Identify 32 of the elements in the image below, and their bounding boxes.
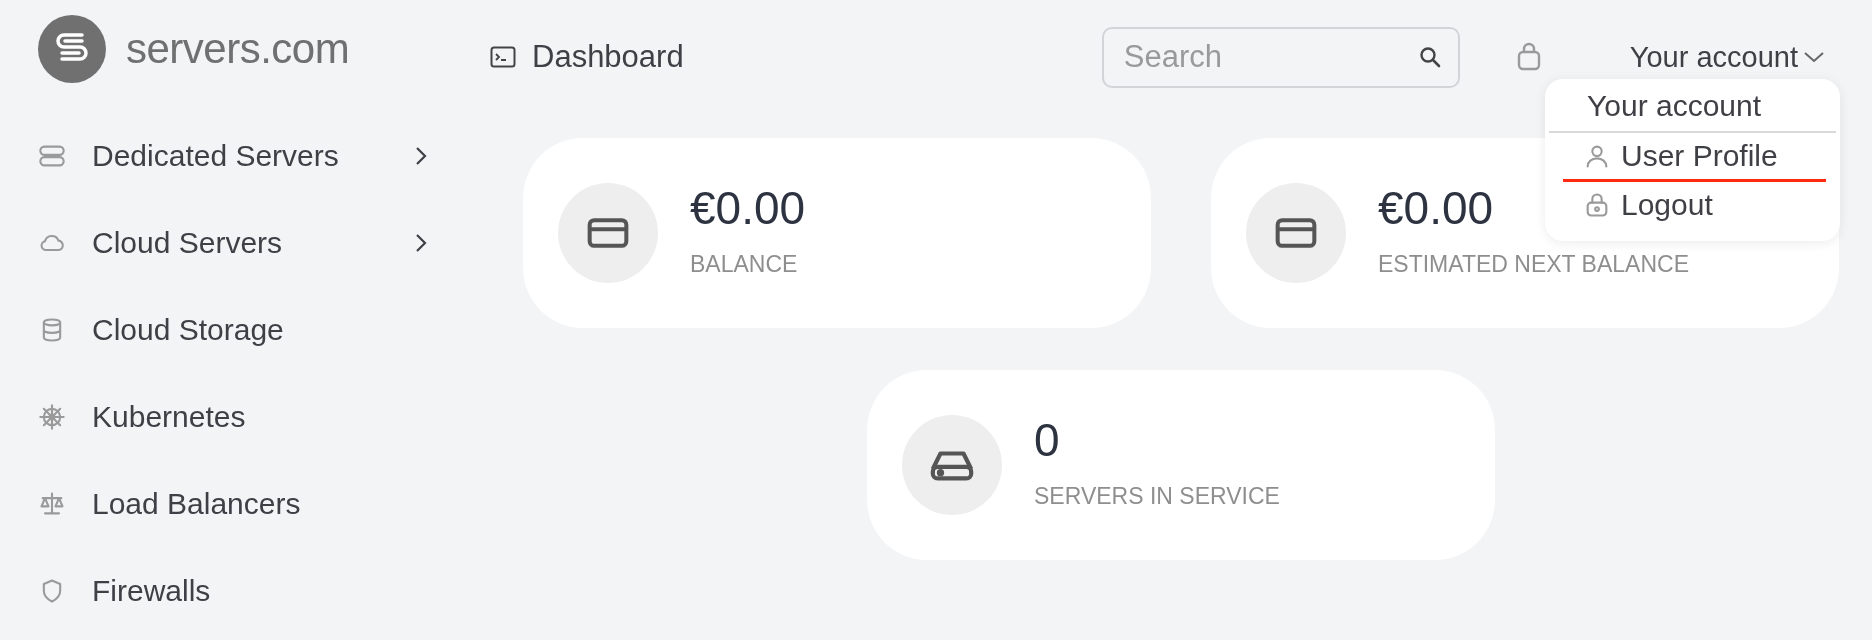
page-title: Dashboard [532,39,684,75]
stat-value: 0 [1034,412,1060,467]
sidebar-item[interactable]: Kubernetes [38,373,428,460]
terminal-icon [490,46,516,68]
stat-label: ESTIMATED NEXT BALANCE [1378,250,1689,278]
stat-label: BALANCE [690,250,798,278]
sidebar-item[interactable]: Cloud Servers [38,199,428,286]
sidebar-item[interactable]: Firewalls [38,547,428,634]
search-icon [1417,44,1442,69]
credit-card-icon [1274,216,1318,250]
sidebar-item[interactable]: Cloud Storage [38,286,428,373]
stat-value: €0.00 [1378,180,1494,235]
stat-value: €0.00 [690,180,806,235]
sidebar-item-label: Cloud Storage [92,312,285,347]
sidebar-item-label: Firewalls [92,573,212,608]
sidebar-item[interactable]: Dedicated Servers [38,112,428,199]
search-field[interactable]: Search [1101,26,1460,88]
helm-icon [38,402,66,431]
dropdown-item[interactable]: Logout [1563,182,1826,231]
sidebar-item[interactable]: Load Balancers [38,460,428,547]
logo-icon [38,15,106,83]
brand-name: servers.com [126,25,350,73]
dropdown-item[interactable]: User Profile [1563,133,1826,182]
sidebar-item-label: Load Balancers [92,486,302,521]
credit-card-icon [586,216,630,250]
sidebar-item-label: Kubernetes [92,399,247,434]
chevron-down-icon [1802,49,1826,65]
account-menu-button[interactable]: Your account [1629,40,1826,74]
sidebar-item-label: Dedicated Servers [92,138,340,173]
dropdown-title: Your account [1549,85,1836,133]
stat-label: SERVERS IN SERVICE [1034,482,1280,510]
sidebar-item-label: Cloud Servers [92,225,284,260]
